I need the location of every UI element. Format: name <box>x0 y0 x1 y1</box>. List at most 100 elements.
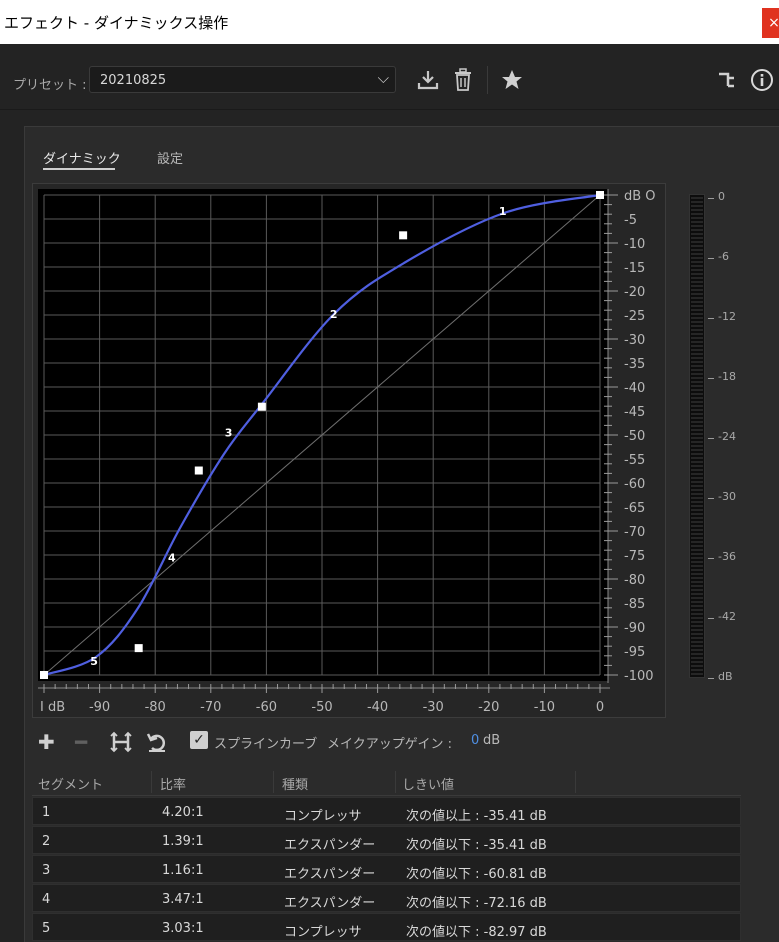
add-point-icon[interactable]: ✚ <box>38 730 55 754</box>
meter-segment <box>691 469 703 471</box>
meter-segment <box>691 413 703 415</box>
column-header-segment[interactable]: セグメント <box>38 774 103 793</box>
meter-segment <box>691 585 703 587</box>
meter-segment <box>691 397 703 399</box>
meter-segment <box>691 521 703 523</box>
meter-segment <box>691 497 703 499</box>
meter-segment <box>691 505 703 507</box>
x-tick-label: -20 <box>478 700 499 715</box>
table-row[interactable]: 5 3.03:1 コンプレッサ 次の値以下 : -82.97 dB <box>32 913 741 941</box>
meter-segment <box>691 601 703 603</box>
meter-segment <box>691 541 703 543</box>
y-tick-label: -65 <box>624 501 645 516</box>
x-tick-label: -90 <box>89 700 110 715</box>
meter-segment <box>691 545 703 547</box>
makeup-gain-value[interactable]: 0 <box>471 733 479 748</box>
meter-segment <box>691 365 703 367</box>
cell-threshold: 次の値以下 : -72.16 dB <box>406 896 547 911</box>
meter-segment <box>691 605 703 607</box>
meter-segment <box>691 205 703 207</box>
meter-segment <box>691 321 703 323</box>
meter-segment <box>691 653 703 655</box>
meter-segment <box>691 593 703 595</box>
column-divider <box>273 771 274 793</box>
meter-scale-label: -42 <box>718 610 736 623</box>
spline-curve-label: スプラインカーブ <box>214 737 318 752</box>
x-tick-label: -10 <box>534 700 555 715</box>
cell-type: コンプレッサ <box>284 925 362 940</box>
spline-curve-checkbox[interactable]: ✓ <box>190 731 208 749</box>
meter-scale-tick <box>708 498 714 499</box>
meter-segment <box>691 517 703 519</box>
column-header-threshold[interactable]: しきい値 <box>402 774 454 793</box>
meter-segment <box>691 629 703 631</box>
meter-segment <box>691 221 703 223</box>
table-row[interactable]: 4 3.47:1 エクスパンダー 次の値以下 : -72.16 dB <box>32 884 741 912</box>
meter-segment <box>691 529 703 531</box>
meter-segment <box>691 357 703 359</box>
meter-segment <box>691 589 703 591</box>
meter-segment <box>691 393 703 395</box>
cell-ratio: 1.39:1 <box>162 834 204 849</box>
x-tick-label: -80 <box>145 700 166 715</box>
meter-segment <box>691 553 703 555</box>
meter-segment <box>691 465 703 467</box>
y-tick-label: -5 <box>624 213 637 228</box>
meter-segment <box>691 669 703 671</box>
meter-scale-label: -36 <box>718 550 736 563</box>
meter-segment <box>691 557 703 559</box>
y-tick-label: -55 <box>624 453 645 468</box>
y-tick-label: -50 <box>624 429 645 444</box>
meter-segment <box>691 493 703 495</box>
control-point-handle[interactable] <box>596 191 604 199</box>
control-point-handle[interactable] <box>399 231 408 240</box>
y-tick-label: -60 <box>624 477 645 492</box>
meter-segment <box>691 645 703 647</box>
cell-type: エクスパンダー <box>284 838 376 853</box>
meter-segment <box>691 389 703 391</box>
meter-scale-tick <box>708 378 714 379</box>
invert-icon[interactable] <box>110 731 132 753</box>
meter-segment <box>691 257 703 259</box>
meter-segment <box>691 637 703 639</box>
cell-segment: 4 <box>42 892 51 907</box>
meter-segment <box>691 201 703 203</box>
control-point-handle[interactable] <box>257 402 266 411</box>
meter-segment <box>691 241 703 243</box>
meter-segment <box>691 317 703 319</box>
meter-segment <box>691 209 703 211</box>
y-tick-label: -70 <box>624 525 645 540</box>
meter-segment <box>691 485 703 487</box>
segment-number-label: 1 <box>499 205 507 218</box>
remove-point-icon[interactable]: ━ <box>75 730 87 754</box>
table-row[interactable]: 1 4.20:1 コンプレッサ 次の値以上 : -35.41 dB <box>32 797 741 825</box>
meter-segment <box>691 301 703 303</box>
meter-segment <box>691 533 703 535</box>
meter-segment <box>691 333 703 335</box>
meter-segment <box>691 509 703 511</box>
meter-segment <box>691 429 703 431</box>
control-point-handle[interactable] <box>134 644 143 653</box>
meter-segment <box>691 461 703 463</box>
meter-segment <box>691 401 703 403</box>
control-point-handle[interactable] <box>194 466 203 475</box>
table-row[interactable]: 3 1.16:1 エクスパンダー 次の値以下 : -60.81 dB <box>32 855 741 883</box>
reset-icon[interactable] <box>146 731 168 753</box>
y-tick-label: -85 <box>624 597 645 612</box>
meter-segment <box>691 449 703 451</box>
column-header-ratio[interactable]: 比率 <box>160 774 186 793</box>
meter-segment <box>691 597 703 599</box>
meter-segment <box>691 349 703 351</box>
table-row[interactable]: 2 1.39:1 エクスパンダー 次の値以下 : -35.41 dB <box>32 826 741 854</box>
cell-ratio: 4.20:1 <box>162 805 204 820</box>
meter-segment <box>691 445 703 447</box>
meter-segment <box>691 281 703 283</box>
y-tick-label: -40 <box>624 381 645 396</box>
meter-segment <box>691 561 703 563</box>
meter-segment <box>691 477 703 479</box>
meter-segment <box>691 565 703 567</box>
meter-segment <box>691 325 703 327</box>
control-point-handle[interactable] <box>40 671 48 679</box>
column-header-type[interactable]: 種類 <box>282 774 308 793</box>
meter-scale-tick <box>708 198 714 199</box>
